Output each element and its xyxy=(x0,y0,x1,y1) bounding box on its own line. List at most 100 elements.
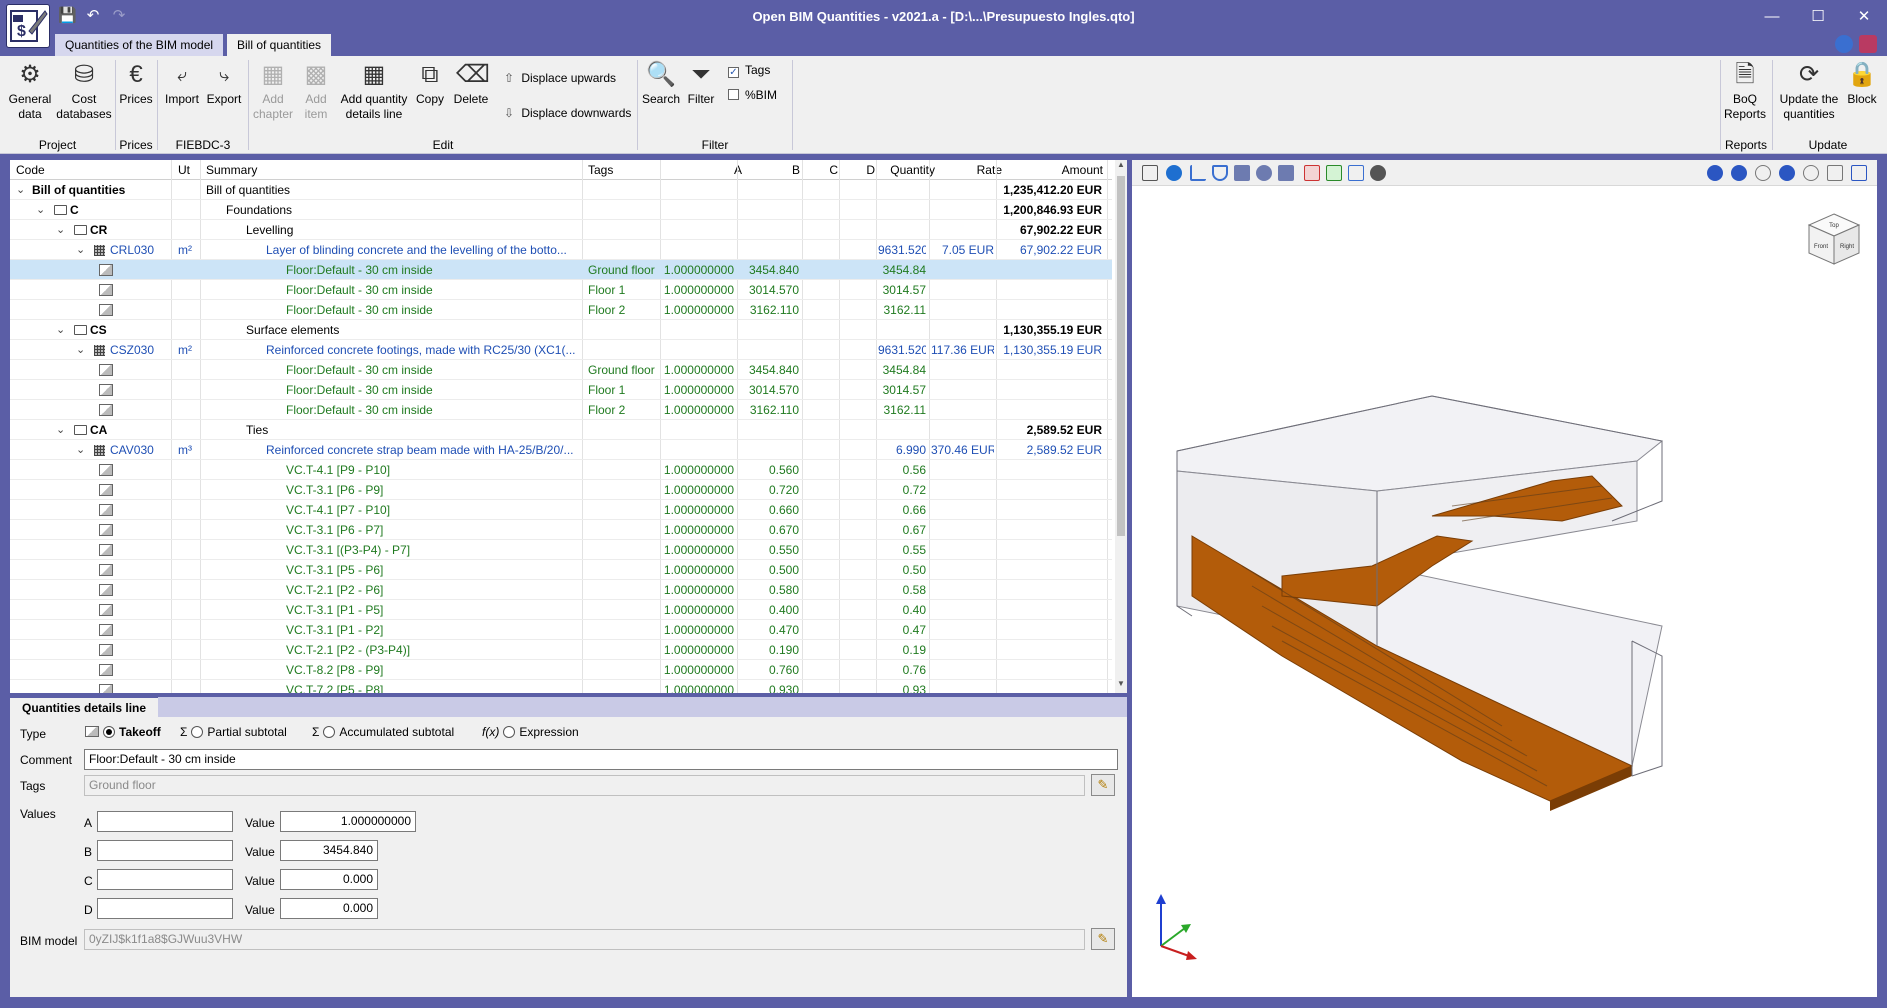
cube-face-top[interactable]: Top xyxy=(1829,223,1839,229)
building-model-view[interactable] xyxy=(1132,186,1877,997)
table-row[interactable]: VC.T-4.1 [P9 - P10] 1.000000000 0.560 0.56 xyxy=(10,460,1112,480)
table-row[interactable]: ⌄ CS Surface elements 1,130,355.19 EUR xyxy=(10,320,1112,340)
zoom-extents-icon[interactable] xyxy=(1707,165,1723,181)
tab-quantities-details-line[interactable]: Quantities details line xyxy=(10,697,159,717)
table-row[interactable]: ⌄ CSZ030 m² Reinforced concrete footings, m… xyxy=(10,340,1112,360)
general-data-button[interactable]: ⚙ General data xyxy=(8,60,52,122)
tab-bill-of-quantities[interactable]: Bill of quantities xyxy=(227,34,332,56)
col-summary[interactable]: Summary xyxy=(206,163,257,177)
table-row[interactable]: VC.T-3.1 [(P3-P4) - P7] 1.000000000 0.550 0… xyxy=(10,540,1112,560)
rotate-icon[interactable] xyxy=(1779,165,1795,181)
value-a-input[interactable]: 1.000000000 xyxy=(280,811,416,832)
value-d-text-input[interactable] xyxy=(97,898,233,919)
edit-tags-pencil-icon[interactable]: ✎ xyxy=(1091,774,1115,796)
fullscreen-icon[interactable] xyxy=(1851,165,1867,181)
visibility-icon[interactable] xyxy=(1256,165,1272,181)
value-b-input[interactable]: 3454.840 xyxy=(280,840,378,861)
tags-checkbox[interactable]: ✓ Tags xyxy=(728,62,770,78)
expand-chevron-icon[interactable]: ⌄ xyxy=(56,320,65,340)
type-takeoff-option[interactable]: Takeoff xyxy=(85,725,161,739)
filter-button[interactable]: ⏷ Filter xyxy=(684,60,718,107)
bim-model-input[interactable]: 0yZIJ$k1f1a8$GJWuu3VHW xyxy=(84,929,1085,950)
table-row[interactable]: ⌄ CR Levelling 67,902.22 EUR xyxy=(10,220,1112,240)
table-row[interactable]: VC.T-3.1 [P1 - P2] 1.000000000 0.470 0.47 xyxy=(10,620,1112,640)
table-row[interactable]: Floor:Default - 30 cm inside Ground floor… xyxy=(10,260,1112,280)
displace-upwards-button[interactable]: ⇧ Displace upwards xyxy=(504,70,616,86)
split-icon[interactable] xyxy=(1304,165,1320,181)
col-tags[interactable]: Tags xyxy=(588,163,613,177)
copy-button[interactable]: ⧉ Copy xyxy=(412,60,448,107)
shield-icon[interactable] xyxy=(1212,165,1228,181)
delete-button[interactable]: ⌫ Delete xyxy=(450,60,492,107)
redo-icon[interactable]: ↷ xyxy=(110,7,128,25)
col-quantity[interactable]: Quantity xyxy=(880,163,935,177)
tab-quantities-bim-model[interactable]: Quantities of the BIM model xyxy=(55,34,224,56)
search-button[interactable]: 🔍 Search xyxy=(642,60,680,107)
table-row[interactable]: ⌄ C Foundations 1,200,846.93 EUR xyxy=(10,200,1112,220)
bim-percent-checkbox[interactable]: %BIM xyxy=(728,87,777,103)
col-b[interactable]: B xyxy=(745,163,800,177)
axes-icon[interactable] xyxy=(1190,165,1206,181)
table-row[interactable]: ⌄ CRL030 m² Layer of blinding concrete and … xyxy=(10,240,1112,260)
table-row[interactable]: ⌄ CAV030 m³ Reinforced concrete strap beam … xyxy=(10,440,1112,460)
value-d-input[interactable]: 0.000 xyxy=(280,898,378,919)
col-code[interactable]: Code xyxy=(16,163,45,177)
maximize-icon[interactable]: ☐ xyxy=(1795,0,1841,34)
table-row[interactable]: ⌄ Bill of quantities Bill of quantities 1,2… xyxy=(10,180,1112,200)
minimize-icon[interactable]: — xyxy=(1749,0,1795,34)
app-logo-icon[interactable]: $ xyxy=(6,4,50,48)
displace-downwards-button[interactable]: ⇩ Displace downwards xyxy=(504,105,631,121)
scroll-up-icon[interactable]: ▲ xyxy=(1115,160,1127,174)
clip-plane-icon[interactable] xyxy=(1326,165,1342,181)
table-row[interactable]: VC.T-3.1 [P6 - P9] 1.000000000 0.720 0.72 xyxy=(10,480,1112,500)
tags-input[interactable]: Ground floor xyxy=(84,775,1085,796)
value-c-input[interactable]: 0.000 xyxy=(280,869,378,890)
table-row[interactable]: VC.T-4.1 [P7 - P10] 1.000000000 0.660 0.66 xyxy=(10,500,1112,520)
cube-face-front[interactable]: Front xyxy=(1814,244,1828,250)
col-a[interactable]: A xyxy=(670,163,742,177)
import-button[interactable]: ⤶ Import xyxy=(162,60,202,107)
add-quantity-details-line-button[interactable]: ▦ Add quantity details line xyxy=(336,60,412,122)
col-rate[interactable]: Rate xyxy=(940,163,1002,177)
type-accumulated-subtotal-option[interactable]: Σ Accumulated subtotal xyxy=(312,725,454,739)
table-row[interactable]: VC.T-8.2 [P8 - P9] 1.000000000 0.760 0.76 xyxy=(10,660,1112,680)
views-icon[interactable] xyxy=(1234,165,1250,181)
grid-view-icon[interactable] xyxy=(1348,165,1364,181)
table-row[interactable]: VC.T-3.1 [P6 - P7] 1.000000000 0.670 0.67 xyxy=(10,520,1112,540)
table-row[interactable]: Floor:Default - 30 cm inside Ground floor… xyxy=(10,360,1112,380)
help-book-icon[interactable] xyxy=(1859,35,1877,53)
cube-face-right[interactable]: Right xyxy=(1840,244,1854,250)
layers-icon[interactable] xyxy=(1142,165,1158,181)
expand-chevron-icon[interactable]: ⌄ xyxy=(56,220,65,240)
cost-databases-button[interactable]: ⛁ Cost databases xyxy=(56,60,112,122)
type-expression-option[interactable]: f(x) Expression xyxy=(482,725,579,739)
prices-button[interactable]: € Prices xyxy=(118,60,154,107)
pan-hand-icon[interactable] xyxy=(1827,165,1843,181)
magnifier-icon[interactable] xyxy=(1803,165,1819,181)
zoom-window-icon[interactable] xyxy=(1755,165,1771,181)
col-amount[interactable]: Amount xyxy=(1005,163,1103,177)
table-scrollbar[interactable]: ▲ ▼ xyxy=(1115,160,1127,693)
col-ut[interactable]: Ut xyxy=(178,163,190,177)
table-row[interactable]: Floor:Default - 30 cm inside Floor 1 1.000… xyxy=(10,280,1112,300)
edit-bim-model-pencil-icon[interactable]: ✎ xyxy=(1091,928,1115,950)
expand-chevron-icon[interactable]: ⌄ xyxy=(16,180,25,200)
boq-reports-button[interactable]: 🗎 BoQ Reports xyxy=(1724,60,1766,122)
table-row[interactable]: VC.T-2.1 [P2 - (P3-P4)] 1.000000000 0.190 0… xyxy=(10,640,1112,660)
col-d[interactable]: D xyxy=(842,163,875,177)
section-icon[interactable] xyxy=(1278,165,1294,181)
undo-icon[interactable]: ↶ xyxy=(84,7,102,25)
add-item-button[interactable]: ▩ Add item xyxy=(296,60,336,122)
table-row[interactable]: Floor:Default - 30 cm inside Floor 2 1.000… xyxy=(10,300,1112,320)
expand-chevron-icon[interactable]: ⌄ xyxy=(56,420,65,440)
table-row[interactable]: Floor:Default - 30 cm inside Floor 2 1.000… xyxy=(10,400,1112,420)
table-row[interactable]: Floor:Default - 30 cm inside Floor 1 1.000… xyxy=(10,380,1112,400)
table-row[interactable]: VC.T-7.2 [P5 - P8] 1.000000000 0.930 0.93 xyxy=(10,680,1112,693)
type-partial-subtotal-option[interactable]: Σ Partial subtotal xyxy=(180,725,287,739)
value-c-text-input[interactable] xyxy=(97,869,233,890)
comment-input[interactable]: Floor:Default - 30 cm inside xyxy=(84,749,1118,770)
table-row[interactable]: VC.T-3.1 [P1 - P5] 1.000000000 0.400 0.40 xyxy=(10,600,1112,620)
add-chapter-button[interactable]: ▦ Add chapter xyxy=(252,60,294,122)
eye-icon[interactable] xyxy=(1370,165,1386,181)
table-row[interactable]: ⌄ CA Ties 2,589.52 EUR xyxy=(10,420,1112,440)
